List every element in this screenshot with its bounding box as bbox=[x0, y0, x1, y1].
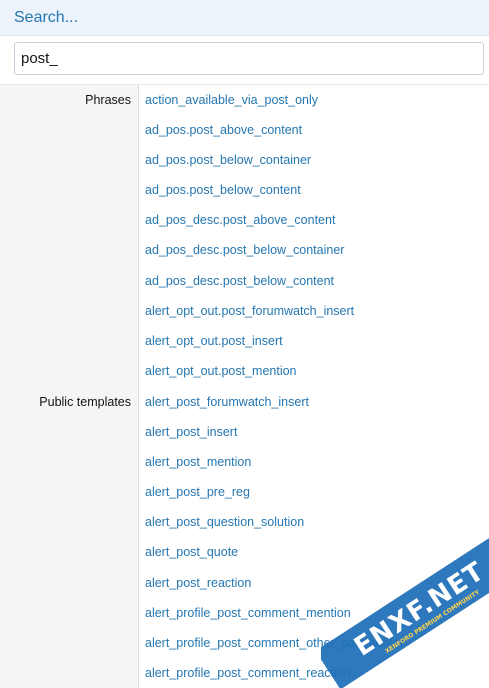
result-link[interactable]: alert_post_reaction bbox=[145, 568, 489, 598]
search-panel: Search... Phrases action_available_via_p… bbox=[0, 0, 489, 688]
search-input[interactable] bbox=[14, 42, 484, 75]
result-link[interactable]: alert_post_question_solution bbox=[145, 507, 489, 537]
group-items: alert_post_forumwatch_insert alert_post_… bbox=[145, 387, 489, 688]
result-link[interactable]: alert_opt_out.post_forumwatch_insert bbox=[145, 296, 489, 326]
result-link[interactable]: alert_profile_post_comment_mention bbox=[145, 598, 489, 628]
result-link[interactable]: alert_opt_out.post_insert bbox=[145, 326, 489, 356]
result-link[interactable]: ad_pos.post_above_content bbox=[145, 115, 489, 145]
group-label: Phrases bbox=[85, 93, 131, 107]
result-link[interactable]: ad_pos.post_below_container bbox=[145, 145, 489, 175]
result-link[interactable]: action_available_via_post_only bbox=[145, 85, 489, 115]
result-link[interactable]: ad_pos_desc.post_below_container bbox=[145, 235, 489, 265]
result-link[interactable]: ad_pos.post_below_content bbox=[145, 175, 489, 205]
result-link[interactable]: alert_post_quote bbox=[145, 537, 489, 567]
search-title: Search... bbox=[0, 0, 489, 36]
result-link[interactable]: alert_profile_post_comment_reaction bbox=[145, 658, 489, 688]
result-link[interactable]: alert_post_forumwatch_insert bbox=[145, 387, 489, 417]
result-link[interactable]: alert_profile_post_comment_other_comment… bbox=[145, 628, 489, 658]
result-link[interactable]: ad_pos_desc.post_above_content bbox=[145, 205, 489, 235]
result-link[interactable]: ad_pos_desc.post_below_content bbox=[145, 266, 489, 296]
group-label: Public templates bbox=[39, 395, 131, 409]
result-link[interactable]: alert_post_mention bbox=[145, 447, 489, 477]
search-input-row bbox=[0, 36, 489, 85]
search-results: Phrases action_available_via_post_only a… bbox=[0, 85, 489, 688]
result-link[interactable]: alert_post_pre_reg bbox=[145, 477, 489, 507]
result-link[interactable]: alert_opt_out.post_mention bbox=[145, 356, 489, 386]
group-items: action_available_via_post_only ad_pos.po… bbox=[145, 85, 489, 386]
result-link[interactable]: alert_post_insert bbox=[145, 417, 489, 447]
